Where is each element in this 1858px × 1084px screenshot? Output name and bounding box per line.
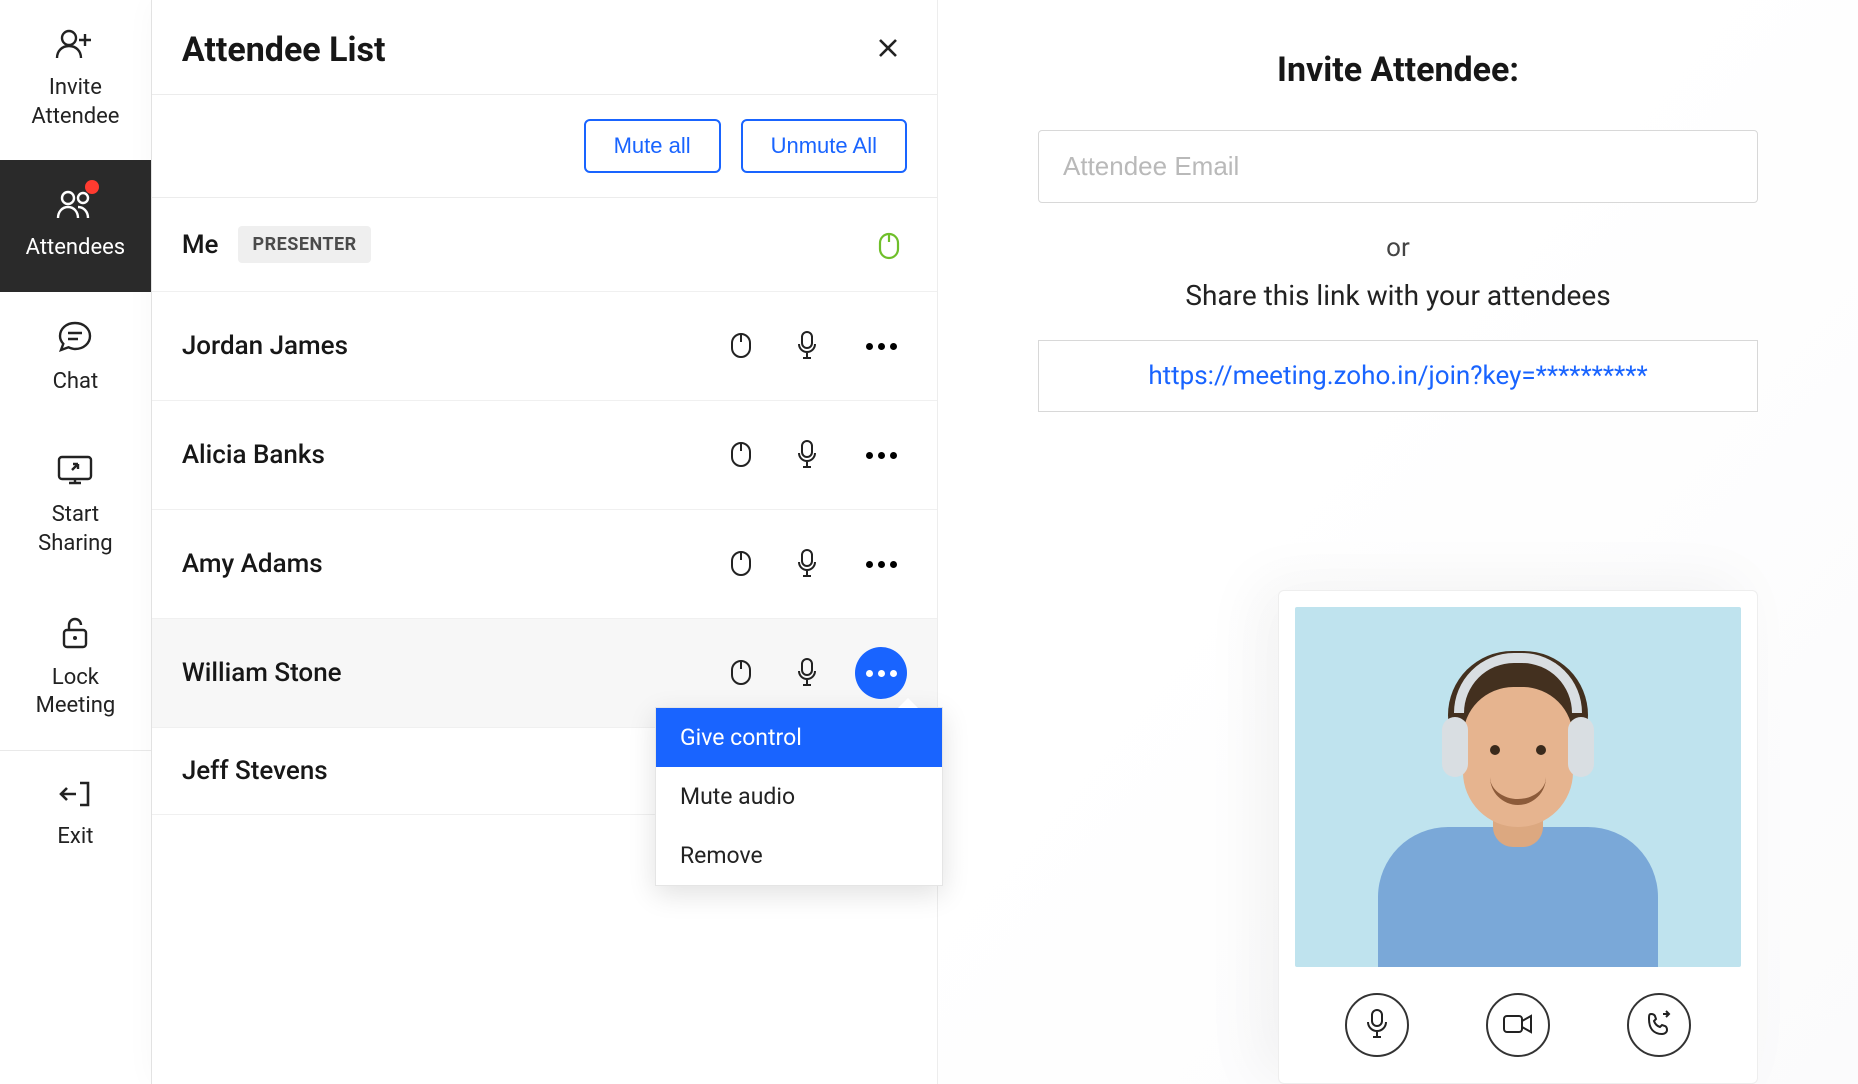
attendee-name: Amy Adams xyxy=(182,549,723,579)
sidebar-item-chat[interactable]: Chat xyxy=(0,292,151,426)
presenter-badge: PRESENTER xyxy=(238,226,370,263)
toggle-video-button[interactable] xyxy=(1486,993,1550,1057)
video-thumbnail xyxy=(1295,607,1741,967)
leave-call-button[interactable] xyxy=(1627,993,1691,1057)
sidebar-item-lock-meeting[interactable]: Lock Meeting xyxy=(0,588,151,750)
attendee-name: Alicia Banks xyxy=(182,440,723,470)
mouse-icon xyxy=(730,549,752,580)
mouse-icon xyxy=(871,227,907,263)
attendee-row: Alicia Banks xyxy=(152,401,937,510)
more-options-button[interactable] xyxy=(855,538,907,590)
video-preview-card xyxy=(1278,590,1758,1084)
invite-attendee-icon xyxy=(8,28,143,64)
row-controls xyxy=(871,227,907,263)
presenter-avatar-icon xyxy=(1378,627,1658,967)
attendee-row: William Stone Give control Mute audio Re… xyxy=(152,619,937,728)
unlock-icon xyxy=(8,616,143,654)
or-separator: or xyxy=(1038,233,1758,263)
video-icon xyxy=(1502,1013,1534,1038)
mic-icon xyxy=(796,548,818,581)
give-mouse-button[interactable] xyxy=(723,328,759,364)
more-options-button[interactable] xyxy=(855,429,907,481)
invite-title: Invite Attendee: xyxy=(1038,50,1758,90)
attendee-name: Jordan James xyxy=(182,331,723,361)
row-controls xyxy=(723,647,907,699)
attendee-name: Me xyxy=(182,230,219,260)
attendee-row: Jordan James xyxy=(152,292,937,401)
attendee-name-text: Me xyxy=(182,230,219,260)
more-icon xyxy=(866,670,897,677)
exit-icon xyxy=(8,779,143,813)
mic-button[interactable] xyxy=(789,655,825,691)
dropdown-remove[interactable]: Remove xyxy=(656,826,942,885)
mic-icon xyxy=(796,657,818,690)
attendee-list: Me PRESENTER Jordan James xyxy=(152,198,937,1084)
sidebar-item-label: Lock Meeting xyxy=(36,665,116,719)
share-link-text: Share this link with your attendees xyxy=(1038,279,1758,312)
mic-icon xyxy=(1365,1008,1389,1043)
close-icon xyxy=(877,34,899,65)
app-root: Invite Attendee Attendees Cha xyxy=(0,0,1858,1084)
sidebar-item-exit[interactable]: Exit xyxy=(0,751,151,881)
invite-panel: Invite Attendee: or Share this link with… xyxy=(938,0,1858,1084)
video-controls xyxy=(1295,967,1741,1083)
attendees-icon xyxy=(8,188,143,224)
meeting-link-box[interactable]: https://meeting.zoho.in/join?key=*******… xyxy=(1038,340,1758,412)
sidebar-item-label: Start Sharing xyxy=(38,502,112,556)
more-icon xyxy=(866,561,897,568)
mic-icon xyxy=(796,439,818,472)
notification-dot-icon xyxy=(85,180,99,194)
toggle-mic-button[interactable] xyxy=(1345,993,1409,1057)
panel-title: Attendee List xyxy=(182,30,386,70)
more-icon xyxy=(866,343,897,350)
more-options-button[interactable] xyxy=(855,320,907,372)
attendee-list-panel: Attendee List Mute all Unmute All Me PRE… xyxy=(152,0,938,1084)
mic-button[interactable] xyxy=(789,328,825,364)
mute-all-button[interactable]: Mute all xyxy=(584,119,721,173)
sidebar: Invite Attendee Attendees Cha xyxy=(0,0,152,1084)
more-options-button[interactable] xyxy=(855,647,907,699)
unmute-all-button[interactable]: Unmute All xyxy=(741,119,907,173)
more-icon xyxy=(866,452,897,459)
row-controls xyxy=(723,320,907,372)
dropdown-mute-audio[interactable]: Mute audio xyxy=(656,767,942,826)
phone-icon xyxy=(1645,1010,1673,1041)
sidebar-item-attendees[interactable]: Attendees xyxy=(0,160,151,292)
attendee-email-input[interactable] xyxy=(1038,130,1758,203)
row-controls xyxy=(723,538,907,590)
sidebar-item-label: Chat xyxy=(53,369,99,394)
attendee-row: Amy Adams xyxy=(152,510,937,619)
chat-icon xyxy=(8,320,143,358)
sidebar-item-invite-attendee[interactable]: Invite Attendee xyxy=(0,0,151,160)
sidebar-item-label: Attendees xyxy=(26,235,125,260)
mouse-icon xyxy=(730,658,752,689)
give-mouse-button[interactable] xyxy=(723,437,759,473)
mic-icon xyxy=(796,330,818,363)
give-mouse-button[interactable] xyxy=(723,655,759,691)
row-controls xyxy=(723,429,907,481)
attendee-row-me: Me PRESENTER xyxy=(152,198,937,292)
sidebar-item-label: Exit xyxy=(57,824,93,849)
close-panel-button[interactable] xyxy=(869,30,907,70)
attendee-name: William Stone xyxy=(182,658,723,688)
dropdown-give-control[interactable]: Give control xyxy=(656,708,942,767)
attendee-actions-dropdown: Give control Mute audio Remove xyxy=(655,707,943,886)
panel-header: Attendee List xyxy=(152,0,937,95)
mic-button[interactable] xyxy=(789,546,825,582)
mic-button[interactable] xyxy=(789,437,825,473)
sidebar-item-start-sharing[interactable]: Start Sharing xyxy=(0,425,151,587)
give-mouse-button[interactable] xyxy=(723,546,759,582)
share-screen-icon xyxy=(8,453,143,491)
sidebar-item-label: Invite Attendee xyxy=(31,75,119,129)
bulk-actions: Mute all Unmute All xyxy=(152,95,937,198)
mouse-icon xyxy=(730,440,752,471)
mouse-icon xyxy=(730,331,752,362)
